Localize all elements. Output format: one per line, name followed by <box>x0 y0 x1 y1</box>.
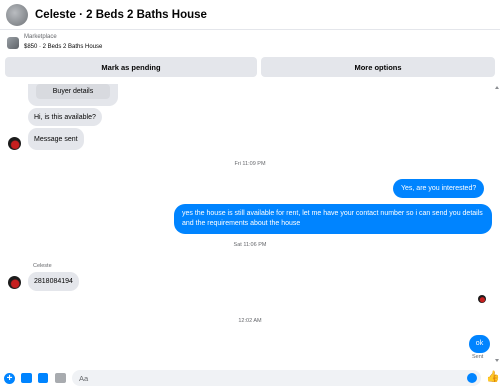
listing-detail[interactable]: $850 · 2 Beds 2 Baths House <box>24 44 102 50</box>
plus-icon[interactable]: + <box>4 373 15 384</box>
timestamp: Fri 11:09 PM <box>234 161 266 167</box>
message-bubble-incoming: Message sent <box>28 128 84 150</box>
emoji-icon[interactable] <box>467 373 477 383</box>
listing-thumbnail[interactable] <box>7 37 19 49</box>
message-bubble-outgoing: ok <box>469 335 490 353</box>
message-bubble-incoming: 2818084194 <box>28 272 79 291</box>
conversation-header: Celeste · 2 Beds 2 Baths House <box>0 0 500 30</box>
conversation-title[interactable]: Celeste · 2 Beds 2 Baths House <box>35 9 207 21</box>
message-bubble-outgoing: Yes, are you interested? <box>393 179 485 198</box>
scroll-down-arrow-icon[interactable] <box>495 359 499 362</box>
image-icon[interactable] <box>21 373 32 383</box>
user-avatar[interactable] <box>6 3 28 26</box>
sender-name: Celeste <box>33 263 52 269</box>
mark-as-pending-button[interactable]: Mark as pending <box>5 57 257 77</box>
timestamp: 12:02 AM <box>238 318 262 324</box>
message-input[interactable]: Aa <box>72 370 481 386</box>
more-options-button[interactable]: More options <box>261 57 495 77</box>
message-status: Sent <box>472 354 484 360</box>
scroll-up-arrow-icon[interactable] <box>495 86 499 89</box>
like-icon[interactable]: 👍 <box>486 370 500 383</box>
listing-source: Marketplace <box>24 34 57 40</box>
seen-indicator-avatar <box>478 295 486 303</box>
sticker-icon[interactable] <box>38 373 48 383</box>
message-bubble-outgoing: yes the house is still available for ren… <box>174 204 492 234</box>
buyer-details-button[interactable]: Buyer details <box>36 84 110 99</box>
contact-avatar[interactable] <box>8 137 21 150</box>
timestamp: Sat 11:06 PM <box>233 242 267 248</box>
message-bubble-incoming: Hi, is this available? <box>28 108 102 126</box>
contact-avatar[interactable] <box>8 276 21 289</box>
gif-icon[interactable] <box>55 373 66 383</box>
